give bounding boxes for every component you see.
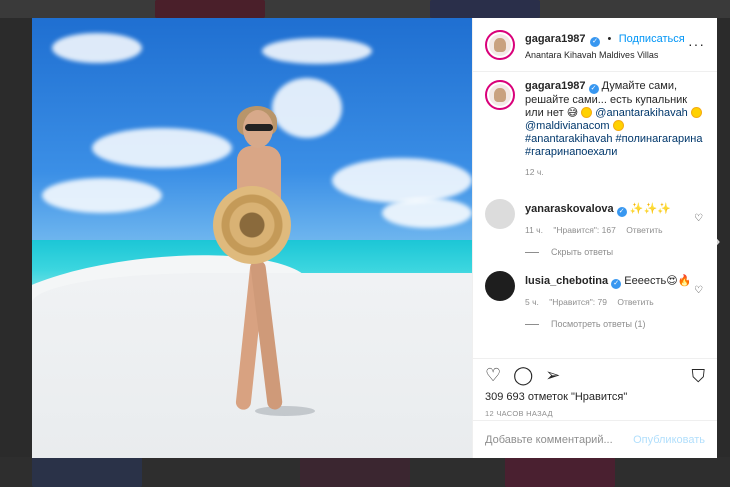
commenter-avatar[interactable] <box>485 199 515 229</box>
reply-button[interactable]: Ответить <box>626 225 662 235</box>
verified-icon: ✓ <box>590 37 600 47</box>
commenter-avatar[interactable] <box>485 271 515 301</box>
publish-button[interactable]: Опубликовать <box>633 434 705 446</box>
likes-count[interactable]: 309 693 отметок "Нравится" <box>485 391 705 403</box>
background-thumbnail <box>32 457 142 487</box>
comment-composer: Добавьте комментарий... Опубликовать <box>473 420 717 458</box>
photo-person <box>213 106 315 416</box>
caption-mention[interactable]: @anantarakihavah <box>595 107 688 119</box>
comments-list[interactable]: gagara1987 ✓ Думайте сами, решайте сами.… <box>473 80 717 360</box>
sun-emoji-icon <box>581 107 593 118</box>
comment-text: Еееесть <box>624 275 667 287</box>
background-thumbnail <box>155 0 265 18</box>
caption-author-avatar[interactable] <box>485 80 515 110</box>
bookmark-icon[interactable]: ⛉ <box>692 366 706 387</box>
photo-cloud <box>332 158 472 203</box>
post-photo[interactable] <box>32 18 472 458</box>
background-thumbnail <box>300 457 410 487</box>
heart-eyes-fire-emoji-icon: 😍🔥 <box>666 275 692 287</box>
verified-icon: ✓ <box>611 279 622 289</box>
reply-button[interactable]: Ответить <box>617 297 653 307</box>
post-modal: gagara1987 ✓ • Подписаться Anantara Kiha… <box>32 18 717 458</box>
grin-emoji-icon: 😅 <box>566 107 579 119</box>
toggle-replies-button[interactable]: Скрыть ответы <box>525 247 705 257</box>
sun-emoji-icon <box>612 120 624 131</box>
photo-cloud <box>42 178 162 213</box>
comment-likes[interactable]: "Нравится": 79 <box>549 297 607 307</box>
comment-like-heart-icon[interactable]: ♡ <box>694 213 703 224</box>
photo-cloud <box>52 33 142 63</box>
photo-cloud <box>382 198 472 228</box>
author-avatar[interactable] <box>485 29 515 60</box>
caption-mention[interactable]: @maldivianacom <box>525 120 610 132</box>
verified-icon: ✓ <box>616 207 627 217</box>
view-replies-button[interactable]: Посмотреть ответы (1) <box>525 319 705 329</box>
comment-like-heart-icon[interactable]: ♡ <box>694 285 703 296</box>
straw-hat <box>213 186 291 264</box>
comment-likes[interactable]: "Нравится": 167 <box>553 225 615 235</box>
comment-author[interactable]: yanaraskovalova <box>525 203 614 215</box>
caption: gagara1987 ✓ Думайте сами, решайте сами.… <box>485 80 705 177</box>
comment-text: ✨✨✨ <box>629 203 671 215</box>
author-username[interactable]: gagara1987 <box>525 33 586 45</box>
comment-author[interactable]: lusia_chebotina <box>525 275 608 287</box>
post-actions: ♡ ◯ ➢ ⛉ 309 693 отметок "Нравится" 12 ЧА… <box>473 358 717 420</box>
follow-button[interactable]: Подписаться <box>619 33 685 45</box>
post-header: gagara1987 ✓ • Подписаться Anantara Kiha… <box>473 18 717 72</box>
comment: yanaraskovalova ✓ ✨✨✨ 11 ч. "Нравится": … <box>485 199 705 235</box>
comment: lusia_chebotina ✓ Еееесть😍🔥 5 ч. "Нравит… <box>485 271 705 307</box>
post-side-panel: gagara1987 ✓ • Подписаться Anantara Kiha… <box>472 18 717 458</box>
comment-bubble-icon[interactable]: ◯ <box>513 366 533 384</box>
caption-author[interactable]: gagara1987 <box>525 80 586 92</box>
comment-time[interactable]: 5 ч. <box>525 297 539 307</box>
sun-emoji-icon <box>690 107 702 118</box>
like-heart-icon[interactable]: ♡ <box>485 366 501 384</box>
separator-dot: • <box>607 33 612 45</box>
comment-time[interactable]: 11 ч. <box>525 225 543 235</box>
post-location[interactable]: Anantara Kihavah Maldives Villas <box>525 50 685 60</box>
more-options-icon[interactable]: ··· <box>688 36 705 52</box>
background-thumbnail <box>430 0 540 18</box>
share-paper-plane-icon[interactable]: ➢ <box>545 366 560 384</box>
background-feed-top <box>0 0 730 18</box>
photo-cloud <box>262 38 372 64</box>
post-timestamp[interactable]: 12 ЧАСОВ НАЗАД <box>485 409 705 418</box>
verified-icon: ✓ <box>588 84 599 94</box>
caption-time[interactable]: 12 ч. <box>525 167 544 177</box>
caption-hashtags[interactable]: #anantarakihavah #полинагагарина #гагари… <box>525 133 702 158</box>
background-thumbnail <box>505 457 615 487</box>
comment-input[interactable]: Добавьте комментарий... <box>485 434 613 446</box>
photo-cloud <box>92 128 232 168</box>
